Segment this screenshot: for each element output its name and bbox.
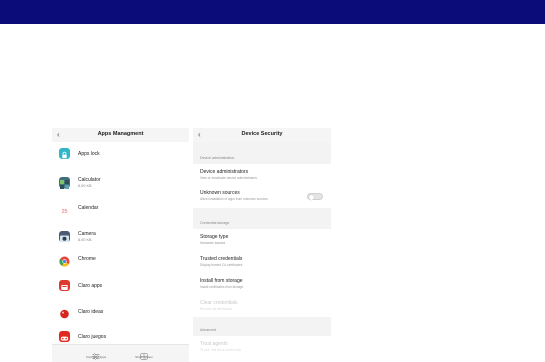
camera-icon [59, 231, 70, 242]
show-system-button[interactable]: Show system [124, 347, 164, 360]
app-name: Calendar [78, 205, 99, 211]
app-name: Chrome [78, 256, 96, 262]
trusted-credentials-item[interactable]: Trusted credentials Display trusted CA c… [193, 251, 331, 271]
app-item-apps-lock[interactable]: Apps lock [52, 144, 189, 164]
unknown-sources-item[interactable]: Unknown sources Allow installation of ap… [193, 184, 331, 208]
show-system-label: Show system [135, 355, 153, 359]
app-name: Apps lock [78, 151, 100, 157]
setting-title: Trusted credentials [200, 256, 243, 262]
setting-subtitle: Display trusted CA certificates [200, 263, 243, 267]
page-title: Device Security [241, 131, 283, 137]
page-title: Apps Managment [97, 131, 144, 137]
app-item-calculator[interactable]: Calculator 8.00 KB [52, 171, 189, 191]
setting-title: Install from storage [200, 278, 243, 284]
setting-title: Storage type [200, 234, 229, 240]
chrome-icon [59, 254, 70, 267]
section-device-administration: Device administration [200, 156, 235, 160]
device-security-screen: ‹ Device Security Device administration … [193, 128, 331, 362]
toggle-knob [308, 194, 314, 200]
claro-apps-icon [59, 280, 70, 291]
setting-subtitle: Allow installation of apps from unknown … [200, 197, 268, 201]
app-item-calendar[interactable]: 25 Calendar [52, 198, 189, 218]
section-credential-storage: Credential storage [200, 221, 230, 225]
calendar-icon: 25 [59, 203, 70, 215]
setting-subtitle: Remove all certificates [200, 307, 233, 311]
calculator-icon [59, 177, 70, 189]
configure-apps-button[interactable]: Configure apps [76, 347, 116, 360]
setting-title: Device administrators [200, 169, 249, 175]
apps-bottom-bar: Configure apps Show system [52, 344, 189, 362]
setting-title: Unknown sources [200, 190, 240, 196]
setting-title: Clear credentials [200, 300, 238, 306]
unknown-sources-toggle[interactable] [307, 193, 323, 200]
configure-apps-label: Configure apps [85, 355, 107, 359]
device-administrators-item[interactable]: Device administrators View or deactivate… [193, 164, 331, 184]
setting-subtitle: View or deactivate device administrators [200, 176, 257, 180]
app-item-camera[interactable]: Camera 8.00 KB [52, 225, 189, 245]
security-header: ‹ Device Security [193, 128, 331, 142]
apps-management-screen: ‹ Apps Managment Apps lock Calculator 8.… [52, 128, 189, 362]
app-name: Camera [78, 231, 96, 237]
clear-credentials-item: Clear credentials Remove all certificate… [193, 295, 331, 315]
credential-storage-group: Storage type Hardware-backed Trusted cre… [193, 229, 331, 317]
setting-subtitle: To use, first set a screen lock [200, 348, 242, 352]
app-size: 8.00 KB [78, 238, 92, 242]
app-name: Claro juegos [78, 334, 107, 340]
app-size: 8.00 KB [78, 184, 92, 188]
install-from-storage-item[interactable]: Install from storage Install certificate… [193, 273, 331, 293]
svg-text:25: 25 [61, 209, 67, 215]
app-item-chrome[interactable]: Chrome [52, 250, 189, 270]
setting-subtitle: Hardware-backed [200, 241, 226, 245]
storage-type-item[interactable]: Storage type Hardware-backed [193, 229, 331, 249]
top-banner [0, 0, 545, 24]
app-name: Claro apps [78, 283, 103, 289]
sliders-icon [92, 347, 100, 360]
setting-subtitle: Install certificates from storage [200, 285, 244, 289]
claro-ideas-icon [59, 306, 70, 319]
setting-title: Trust agents [200, 341, 228, 347]
apps-lock-icon [59, 148, 70, 159]
claro-juegos-icon [59, 331, 70, 342]
apps-header: ‹ Apps Managment [52, 128, 189, 142]
app-name: Calculator [78, 177, 101, 183]
trust-agents-item: Trust agents To use, first set a screen … [193, 336, 331, 362]
app-item-claro-ideas[interactable]: Claro ideas [52, 302, 189, 322]
app-item-claro-apps[interactable]: Claro apps [52, 276, 189, 296]
grid-icon [140, 347, 148, 360]
section-advanced: Advanced [200, 328, 216, 332]
app-name: Claro ideas [78, 309, 104, 315]
